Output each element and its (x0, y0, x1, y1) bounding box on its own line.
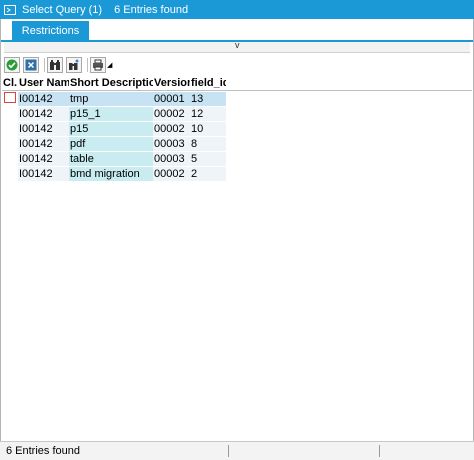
restrictions-collapse-bar[interactable]: v (4, 40, 470, 53)
cell-field-id[interactable]: 2 (190, 166, 226, 181)
selection-marker (4, 91, 16, 103)
cell-field-id[interactable]: 10 (190, 121, 226, 136)
cell-short-description[interactable]: pdf (69, 136, 153, 151)
cell-user-name[interactable]: I00142 (18, 151, 69, 166)
table-row[interactable]: I00142 pdf 00003 8 (2, 136, 472, 151)
binoculars-icon (50, 60, 60, 70)
header-field-id[interactable]: field_id (190, 76, 226, 90)
confirm-button[interactable] (4, 57, 20, 73)
status-bar: 6 Entries found (0, 441, 474, 460)
results-table: Cl. User Name Short Description Version … (2, 75, 472, 181)
table-row[interactable]: I00142 p15 00002 10 (2, 121, 472, 136)
cell-version[interactable]: 00003 (153, 136, 190, 151)
find-button[interactable] (47, 57, 63, 73)
table-row[interactable]: I00142 p15_1 00002 12 (2, 106, 472, 121)
printer-icon (93, 59, 103, 71)
cell-user-name[interactable]: I00142 (18, 166, 69, 181)
cell-field-id[interactable]: 12 (190, 106, 226, 121)
binoculars-plus-icon (69, 59, 79, 70)
window-entry-count: 6 Entries found (114, 3, 189, 16)
close-icon (25, 59, 37, 71)
title-bar: Select Query (1) 6 Entries found (0, 0, 474, 19)
row-selector[interactable] (2, 152, 18, 166)
cell-field-id[interactable]: 13 (190, 91, 226, 106)
table-header: Cl. User Name Short Description Version … (2, 75, 472, 91)
status-divider (228, 445, 229, 457)
tab-strip: Restrictions (0, 19, 474, 42)
tab-restrictions[interactable]: Restrictions (12, 21, 89, 40)
header-cl[interactable]: Cl. (2, 76, 18, 90)
status-divider (379, 445, 380, 457)
cell-version[interactable]: 00002 (153, 166, 190, 181)
row-selector[interactable] (2, 122, 18, 136)
status-message: 6 Entries found (6, 445, 80, 457)
cell-field-id[interactable]: 5 (190, 151, 226, 166)
cell-user-name[interactable]: I00142 (18, 91, 69, 106)
table-row[interactable]: I00142 table 00003 5 (2, 151, 472, 166)
toolbar-separator (87, 58, 88, 72)
cell-version[interactable]: 00002 (153, 106, 190, 121)
print-dropdown-icon[interactable]: ◢ (107, 61, 112, 69)
toolbar-separator (44, 58, 45, 72)
cell-short-description[interactable]: p15_1 (69, 106, 153, 121)
cell-version[interactable]: 00001 (153, 91, 190, 106)
find-next-button[interactable] (66, 57, 82, 73)
print-button[interactable] (90, 57, 106, 73)
cell-short-description[interactable]: tmp (69, 91, 153, 106)
checkmark-icon (6, 59, 18, 71)
cell-version[interactable]: 00003 (153, 151, 190, 166)
row-selector[interactable] (2, 167, 18, 181)
cell-user-name[interactable]: I00142 (18, 121, 69, 136)
cell-user-name[interactable]: I00142 (18, 136, 69, 151)
cell-short-description[interactable]: bmd migration (69, 166, 153, 181)
cell-user-name[interactable]: I00142 (18, 106, 69, 121)
toolbar: ◢ (0, 56, 474, 74)
header-version[interactable]: Version (153, 76, 190, 90)
chevron-down-icon[interactable]: v (235, 40, 240, 50)
window-icon (4, 3, 18, 17)
table-row[interactable]: I00142 bmd migration 00002 2 (2, 166, 472, 181)
row-selector[interactable] (2, 137, 18, 151)
window-title: Select Query (1) (22, 3, 103, 16)
cancel-button[interactable] (23, 57, 39, 73)
cell-short-description[interactable]: p15 (69, 121, 153, 136)
row-selector[interactable] (2, 91, 18, 106)
row-selector[interactable] (2, 107, 18, 121)
header-short-description[interactable]: Short Description (69, 76, 153, 90)
cell-field-id[interactable]: 8 (190, 136, 226, 151)
table-row[interactable]: I00142 tmp 00001 13 (2, 91, 472, 106)
header-user-name[interactable]: User Name (18, 76, 69, 90)
cell-short-description[interactable]: table (69, 151, 153, 166)
cell-version[interactable]: 00002 (153, 121, 190, 136)
